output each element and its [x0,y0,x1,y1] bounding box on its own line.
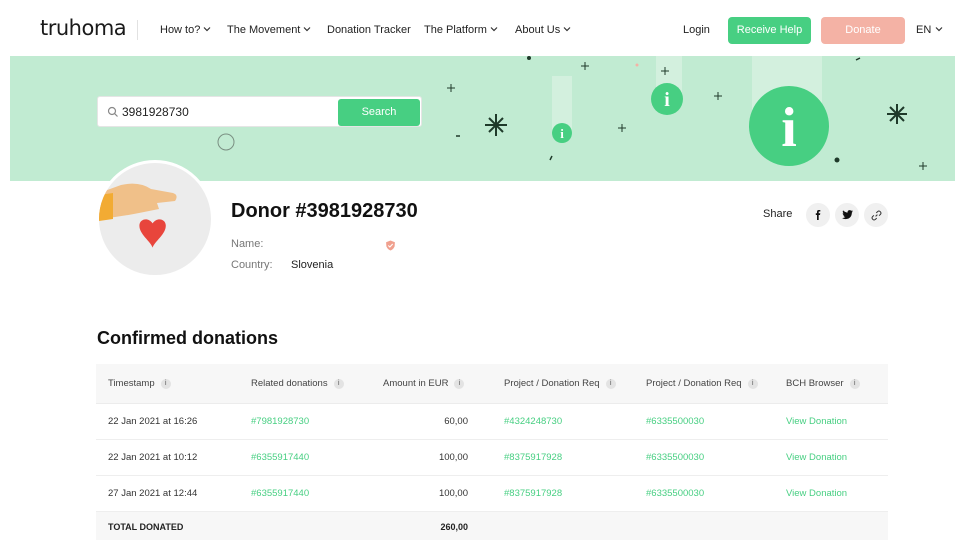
table-row: 22 Jan 2021 at 10:12 #6355917440 100,00 … [96,440,888,476]
chevron-down-icon [490,27,498,32]
column-header-label: Project / Donation Req [504,378,600,389]
svg-text:i: i [664,89,670,111]
column-header-label: Project / Donation Req [646,378,742,389]
nav-divider [137,20,138,40]
related-donation-link[interactable]: #7981928730 [251,404,309,439]
view-donation-link[interactable]: View Donation [786,476,847,511]
chevron-down-icon [935,27,943,32]
info-icon[interactable]: i [605,378,616,389]
column-header-label: BCH Browser [786,378,844,389]
info-icon[interactable]: i [160,378,171,389]
share-link-button[interactable] [864,203,888,227]
timestamp-cell: 22 Jan 2021 at 10:12 [108,452,198,463]
amount-cell: 100,00 [438,452,468,463]
nav-item-label: About Us [515,24,561,36]
info-icon[interactable]: i [333,378,344,389]
table-header-row: Timestamp i Related donations i Amount in … [96,364,888,404]
project-link[interactable]: #6335500030 [646,476,704,511]
nav-item-the-platform[interactable]: The Platform [424,24,498,36]
link-icon [871,210,881,220]
nav-item-the-movement[interactable]: The Movement [227,24,311,36]
info-icon[interactable]: i [747,378,758,389]
donations-table: Timestamp i Related donations i Amount in … [96,364,888,540]
total-label: TOTAL DONATED [108,521,184,532]
facebook-icon [815,210,821,220]
table-row: 22 Jan 2021 at 16:26 #7981928730 60,00 #… [96,404,888,440]
column-header-label: Related donations [251,378,328,389]
sparkle-icon [887,104,907,124]
twitter-icon [841,210,853,220]
total-value: 260,00 [440,521,468,532]
column-header-timestamp: Timestamp i [108,364,171,403]
search-input[interactable] [122,104,322,120]
language-label: EN [916,24,932,36]
column-header-amount: Amount in EUR i [383,364,465,403]
country-value: Slovenia [291,259,334,271]
sparkle-small-icon [447,62,927,170]
related-donation-link[interactable]: #6355917440 [251,476,309,511]
nav-item-donation-tracker[interactable]: Donation Tracker [327,24,411,36]
name-label: Name: [231,238,264,250]
project-link[interactable]: #8375917928 [504,476,562,511]
login-link[interactable]: Login [683,24,710,36]
search-bar: Search [97,96,422,127]
info-icon[interactable]: i [849,378,860,389]
table-row: 27 Jan 2021 at 12:44 #6355917440 100,00 … [96,476,888,512]
timestamp-cell: 22 Jan 2021 at 16:26 [108,416,198,427]
nav-item-how-to[interactable]: How to? [160,24,211,36]
project-link[interactable]: #4324248730 [504,404,562,439]
column-header-label: Amount in EUR [383,378,449,389]
search-icon [107,106,118,117]
nav-item-about-us[interactable]: About Us [515,24,571,36]
view-donation-link[interactable]: View Donation [786,404,847,439]
sparkle-icon [485,114,507,136]
svg-text:i: i [781,97,797,159]
chevron-down-icon [203,27,211,32]
project-link[interactable]: #6335500030 [646,404,704,439]
project-link[interactable]: #6335500030 [646,440,704,475]
top-nav: truhoma How to? The Movement Donation Tr… [0,0,965,56]
timestamp-cell: 27 Jan 2021 at 12:44 [108,488,198,499]
info-icon[interactable]: i [454,378,465,389]
column-header-project-2: Project / Donation Req i [646,364,758,403]
column-header-bch: BCH Browser i [786,364,860,403]
nav-item-label: The Platform [424,24,487,36]
logo[interactable]: truhoma [40,16,127,40]
search-button[interactable]: Search [338,99,420,126]
svg-text:i: i [560,126,564,141]
share-twitter-button[interactable] [835,203,859,227]
hand-heart-icon [99,183,177,248]
country-label: Country: [231,259,273,271]
column-header-related: Related donations i [251,364,344,403]
donor-avatar [96,160,214,278]
table-total-row: TOTAL DONATED 260,00 [96,512,888,540]
amount-cell: 60,00 [444,416,468,427]
share-facebook-button[interactable] [806,203,830,227]
language-selector[interactable]: EN [916,24,943,36]
chevron-down-icon [563,27,571,32]
chevron-down-icon [303,27,311,32]
share-label: Share [763,208,793,220]
view-donation-link[interactable]: View Donation [786,440,847,475]
nav-item-label: The Movement [227,24,301,36]
column-header-label: Timestamp [108,378,155,389]
verified-badge-icon [386,240,395,251]
nav-item-label: How to? [160,24,201,36]
related-donation-link[interactable]: #6355917440 [251,440,309,475]
donor-title: Donor #3981928730 [231,200,418,222]
receive-help-button[interactable]: Receive Help [728,17,811,44]
section-title: Confirmed donations [97,328,278,348]
donate-button[interactable]: Donate [821,17,905,44]
amount-cell: 100,00 [438,488,468,499]
project-link[interactable]: #8375917928 [504,440,562,475]
column-header-project-1: Project / Donation Req i [504,364,616,403]
nav-item-label: Donation Tracker [327,24,411,36]
